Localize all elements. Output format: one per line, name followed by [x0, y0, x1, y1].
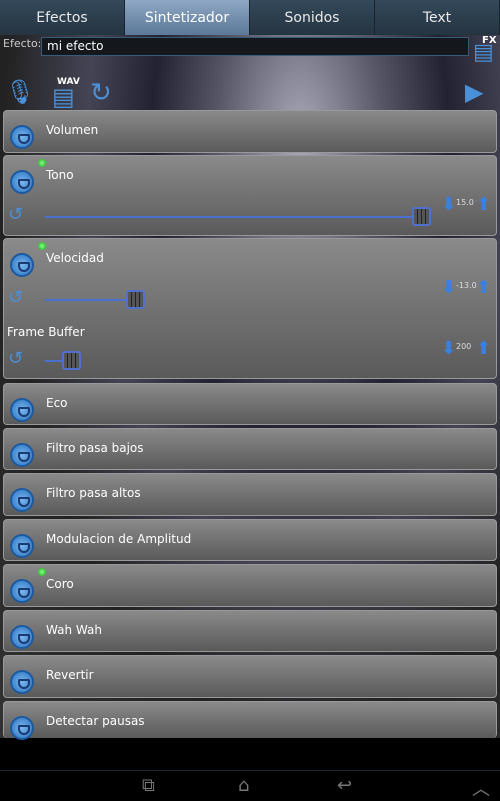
- main-slider[interactable]: [45, 290, 146, 309]
- microphone-icon[interactable]: 🎙: [5, 78, 35, 106]
- effect-row[interactable]: Tono ↺ ⬇ 15.0 ⬆: [3, 155, 497, 236]
- main-slider-thumb[interactable]: [126, 290, 146, 309]
- tab-sintetizador[interactable]: Sintetizador: [125, 0, 250, 35]
- sub-increase-icon[interactable]: ⬆: [476, 338, 491, 359]
- effect-row-label: Wah Wah: [46, 623, 102, 637]
- effect-row[interactable]: Filtro pasa altos: [3, 473, 497, 516]
- effect-row-label: Filtro pasa altos: [46, 486, 141, 500]
- expand-icon[interactable]: [10, 670, 34, 694]
- effect-row[interactable]: Eco: [3, 383, 497, 425]
- main-value: -13.0: [456, 281, 477, 290]
- expand-icon[interactable]: [10, 398, 34, 422]
- tab-sonidos[interactable]: Sonidos: [250, 0, 375, 35]
- effect-row-label: Volumen: [46, 123, 99, 137]
- home-icon[interactable]: ⌂: [238, 775, 249, 796]
- main-increase-icon[interactable]: ⬆: [476, 194, 491, 215]
- effect-row[interactable]: Velocidad ↺ ⬇ -13.0 ⬆ Frame Buffer ↺ ⬇ 200 …: [3, 238, 497, 379]
- sub-slider-thumb[interactable]: [62, 351, 82, 370]
- effect-row[interactable]: Volumen: [3, 110, 497, 153]
- active-indicator-icon: [38, 242, 46, 250]
- effect-row[interactable]: Revertir: [3, 655, 497, 698]
- expand-icon[interactable]: [10, 625, 34, 649]
- sub-reset-icon[interactable]: ↺: [8, 348, 23, 369]
- main-increase-icon[interactable]: ⬆: [476, 277, 491, 298]
- save-fx-label: FX: [482, 35, 497, 46]
- effect-row-label: Filtro pasa bajos: [46, 441, 144, 455]
- effect-row-label: Revertir: [46, 668, 94, 682]
- main-decrease-icon[interactable]: ⬇: [441, 277, 456, 298]
- expand-icon[interactable]: [10, 443, 34, 467]
- expand-icon[interactable]: [10, 579, 34, 603]
- sub-value: 200: [456, 342, 472, 351]
- effect-row[interactable]: Wah Wah: [3, 610, 497, 652]
- system-nav-bar: ⧉ ⌂ ↩ ︿: [0, 770, 500, 800]
- main-reset-icon[interactable]: ↺: [8, 204, 23, 225]
- main-slider[interactable]: [45, 207, 431, 226]
- tab-efectos[interactable]: Efectos: [0, 0, 125, 35]
- sub-slider[interactable]: [45, 351, 82, 370]
- effect-row-label: Detectar pausas: [46, 714, 145, 728]
- main-slider-thumb[interactable]: [412, 207, 431, 226]
- effect-row[interactable]: Filtro pasa bajos: [3, 428, 497, 470]
- expand-icon[interactable]: [10, 253, 34, 277]
- main-decrease-icon[interactable]: ⬇: [441, 194, 456, 215]
- main-reset-icon[interactable]: ↺: [8, 287, 23, 308]
- active-indicator-icon: [38, 159, 46, 167]
- effect-row-label: Eco: [46, 396, 68, 410]
- expand-icon[interactable]: [10, 716, 34, 740]
- chevron-up-icon[interactable]: ︿: [472, 775, 490, 801]
- effect-row[interactable]: Modulacion de Amplitud: [3, 519, 497, 561]
- effect-row-label: Coro: [46, 577, 74, 591]
- recent-apps-icon[interactable]: ⧉: [142, 775, 155, 796]
- expand-icon[interactable]: [10, 488, 34, 512]
- active-indicator-icon: [38, 568, 46, 576]
- save-wav-icon[interactable]: ▤: [52, 83, 75, 111]
- tab-bar: Efectos Sintetizador Sonidos Text: [0, 0, 500, 35]
- expand-icon[interactable]: [10, 170, 34, 194]
- expand-icon[interactable]: [10, 125, 34, 149]
- effect-row[interactable]: Coro: [3, 564, 497, 607]
- effect-name-input[interactable]: mi efecto: [41, 37, 469, 56]
- tab-text[interactable]: Text: [375, 0, 500, 35]
- effect-row[interactable]: Detectar pausas: [3, 701, 497, 740]
- reset-all-icon[interactable]: ↻: [90, 78, 112, 108]
- effect-row-label: Modulacion de Amplitud: [46, 532, 192, 546]
- effect-label: Efecto:: [3, 37, 42, 50]
- back-icon[interactable]: ↩: [337, 775, 352, 796]
- sub-decrease-icon[interactable]: ⬇: [441, 338, 456, 359]
- play-icon[interactable]: ▶: [465, 78, 483, 106]
- expand-icon[interactable]: [10, 534, 34, 558]
- effect-row-label: Tono: [46, 168, 74, 182]
- sub-param-label: Frame Buffer: [7, 325, 85, 339]
- effect-row-label: Velocidad: [46, 251, 104, 265]
- main-value: 15.0: [456, 198, 474, 207]
- save-wav-label: WAV: [57, 77, 80, 87]
